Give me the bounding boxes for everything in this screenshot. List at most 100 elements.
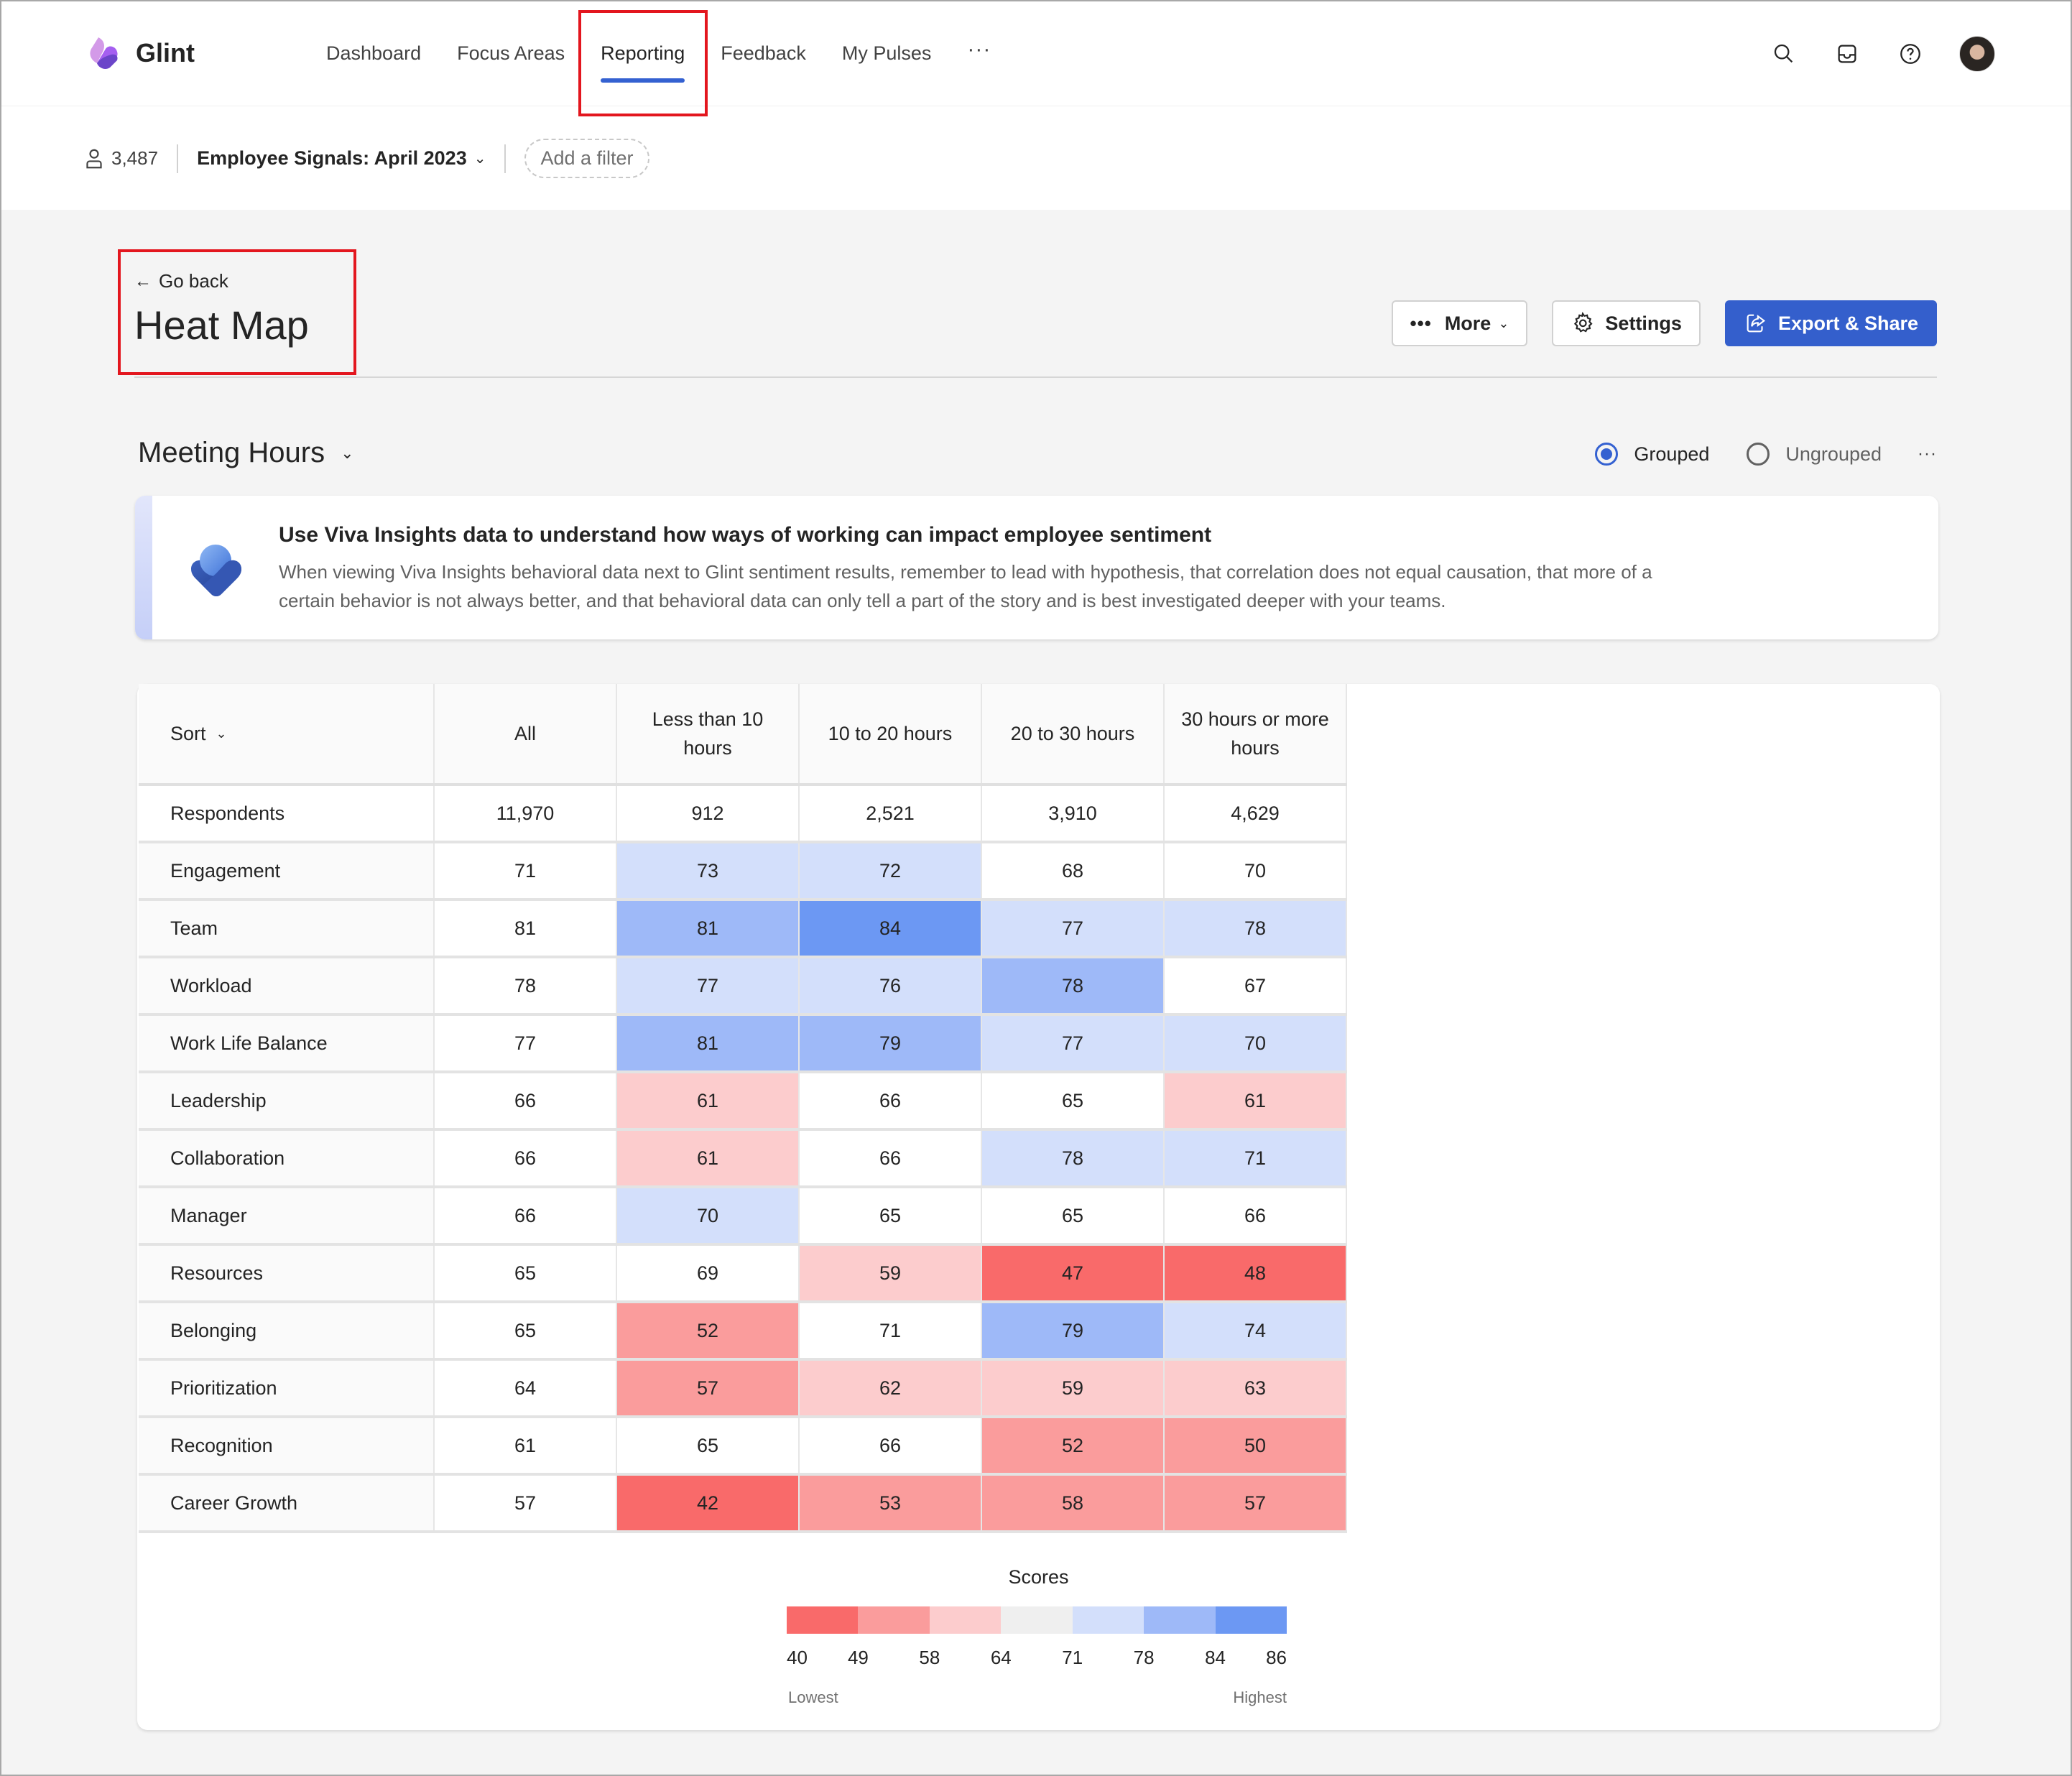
more-options-icon[interactable]: ··· xyxy=(1918,444,1937,464)
heat-cell[interactable]: 69 xyxy=(616,1244,800,1303)
heat-cell[interactable]: 65 xyxy=(799,1187,982,1246)
heat-cell[interactable]: 50 xyxy=(1164,1417,1347,1476)
heat-cell[interactable]: 70 xyxy=(1164,1014,1347,1073)
row-label[interactable]: Team xyxy=(139,899,435,958)
heat-cell[interactable]: 66 xyxy=(799,1072,982,1131)
heat-cell[interactable]: 67 xyxy=(1164,957,1347,1016)
heat-cell[interactable]: 68 xyxy=(981,842,1165,901)
column-header[interactable]: 20 to 30 hours xyxy=(981,684,1165,786)
share-icon xyxy=(1747,314,1766,333)
column-header[interactable]: 30 hours or more hours xyxy=(1164,684,1347,786)
row-label[interactable]: Prioritization xyxy=(139,1359,435,1418)
nav-focus-areas[interactable]: Focus Areas xyxy=(457,1,565,106)
nav-feedback[interactable]: Feedback xyxy=(721,1,806,106)
heat-cell[interactable]: 74 xyxy=(1164,1302,1347,1361)
row-label[interactable]: Belonging xyxy=(139,1302,435,1361)
metric-dropdown[interactable]: Meeting Hours ⌄ xyxy=(138,437,354,469)
heat-cell[interactable]: 66 xyxy=(799,1129,982,1188)
survey-dropdown[interactable]: Employee Signals: April 2023 ⌄ xyxy=(197,147,486,170)
heat-cell[interactable]: 78 xyxy=(1164,899,1347,958)
export-share-button[interactable]: Export & Share xyxy=(1724,300,1937,346)
heat-cell[interactable]: 71 xyxy=(799,1302,982,1361)
export-share-label: Export & Share xyxy=(1777,312,1918,334)
heat-cell[interactable]: 65 xyxy=(981,1072,1165,1131)
heat-cell[interactable]: 81 xyxy=(616,1014,800,1073)
heat-cell[interactable]: 52 xyxy=(616,1302,800,1361)
nav-my-pulses[interactable]: My Pulses xyxy=(842,1,932,106)
row-label[interactable]: Recognition xyxy=(139,1417,435,1476)
heat-cell[interactable]: 70 xyxy=(616,1187,800,1246)
heat-cell[interactable]: 61 xyxy=(616,1129,800,1188)
heat-cell[interactable]: 59 xyxy=(799,1244,982,1303)
heat-cell[interactable]: 77 xyxy=(981,899,1165,958)
heat-cell[interactable]: 58 xyxy=(981,1474,1165,1533)
search-icon[interactable] xyxy=(1768,38,1800,70)
help-icon[interactable] xyxy=(1895,38,1926,70)
row-label[interactable]: Manager xyxy=(139,1187,435,1246)
heat-cell[interactable]: 52 xyxy=(981,1417,1165,1476)
heat-cell[interactable]: 77 xyxy=(981,1014,1165,1073)
heat-cell[interactable]: 42 xyxy=(616,1474,800,1533)
glint-logo[interactable]: Glint xyxy=(84,34,195,72)
table-row: Belonging 65 52 71 79 74 xyxy=(139,1302,1347,1361)
heat-cell[interactable]: 78 xyxy=(981,957,1165,1016)
sort-header[interactable]: Sort ⌄ xyxy=(139,684,435,786)
heat-cell[interactable]: 76 xyxy=(799,957,982,1016)
heat-cell[interactable]: 81 xyxy=(616,899,800,958)
sort-dropdown[interactable]: Sort ⌄ xyxy=(170,719,420,748)
heat-cell[interactable]: 53 xyxy=(799,1474,982,1533)
chevron-down-icon: ⌄ xyxy=(341,443,354,462)
heat-cell[interactable]: 79 xyxy=(799,1014,982,1073)
heat-cell[interactable]: 59 xyxy=(981,1359,1165,1418)
nav-dashboard[interactable]: Dashboard xyxy=(326,1,421,106)
row-label[interactable]: Workload xyxy=(139,957,435,1016)
row-label[interactable]: Collaboration xyxy=(139,1129,435,1188)
grouped-radio[interactable]: Grouped xyxy=(1595,443,1709,466)
heat-cell[interactable]: 48 xyxy=(1164,1244,1347,1303)
go-back-label: Go back xyxy=(159,270,228,292)
heat-cell[interactable]: 61 xyxy=(616,1072,800,1131)
heat-cell[interactable]: 77 xyxy=(616,957,800,1016)
header-row: Sort ⌄ All Less than 10 hours 10 to 20 h… xyxy=(139,684,1347,786)
heat-cell[interactable]: 62 xyxy=(799,1359,982,1418)
inbox-icon[interactable] xyxy=(1831,38,1863,70)
column-header[interactable]: All xyxy=(434,684,617,786)
heat-cell[interactable]: 65 xyxy=(981,1187,1165,1246)
column-header[interactable]: 10 to 20 hours xyxy=(799,684,982,786)
heat-cell[interactable]: 71 xyxy=(1164,1129,1347,1188)
row-label[interactable]: Leadership xyxy=(139,1072,435,1131)
heat-cell[interactable]: 65 xyxy=(616,1417,800,1476)
row-label[interactable]: Work Life Balance xyxy=(139,1014,435,1073)
glint-logo-icon xyxy=(90,37,118,69)
heat-cell[interactable]: 57 xyxy=(1164,1474,1347,1533)
heat-cell[interactable]: 47 xyxy=(981,1244,1165,1303)
heat-cell[interactable]: 72 xyxy=(799,842,982,901)
nav-more-icon[interactable]: ··· xyxy=(967,37,991,62)
settings-button[interactable]: Settings xyxy=(1552,300,1701,346)
user-avatar[interactable] xyxy=(1959,36,1995,72)
heat-cell[interactable]: 79 xyxy=(981,1302,1165,1361)
row-label[interactable]: Engagement xyxy=(139,842,435,901)
row-label[interactable]: Resources xyxy=(139,1244,435,1303)
heat-cell[interactable]: 61 xyxy=(1164,1072,1347,1131)
heat-cell[interactable]: 78 xyxy=(981,1129,1165,1188)
heat-cell[interactable]: 63 xyxy=(1164,1359,1347,1418)
score-legend: Scores 40 49 58 64 71 78 84 86 Lowest Highest xyxy=(137,1566,1940,1710)
heat-cell[interactable]: 73 xyxy=(616,842,800,901)
heat-cell[interactable]: 66 xyxy=(1164,1187,1347,1246)
column-header[interactable]: Less than 10 hours xyxy=(616,684,800,786)
chevron-down-icon: ⌄ xyxy=(473,151,486,167)
row-label[interactable]: Career Growth xyxy=(139,1474,435,1533)
table-row: Leadership 66 61 66 65 61 xyxy=(139,1072,1347,1131)
divider xyxy=(177,144,179,173)
heat-cell[interactable]: 57 xyxy=(616,1359,800,1418)
heat-cell[interactable]: 66 xyxy=(799,1417,982,1476)
add-filter-button[interactable]: Add a filter xyxy=(524,139,649,178)
heat-cell[interactable]: 84 xyxy=(799,899,982,958)
nav-reporting[interactable]: Reporting xyxy=(601,1,685,106)
ungrouped-radio[interactable]: Ungrouped xyxy=(1747,443,1882,466)
more-button[interactable]: ••• More ⌄ xyxy=(1391,300,1528,346)
legend-tick-label: 49 xyxy=(847,1647,869,1668)
heat-cell[interactable]: 70 xyxy=(1164,842,1347,901)
go-back-link[interactable]: ← Go back xyxy=(134,270,228,292)
